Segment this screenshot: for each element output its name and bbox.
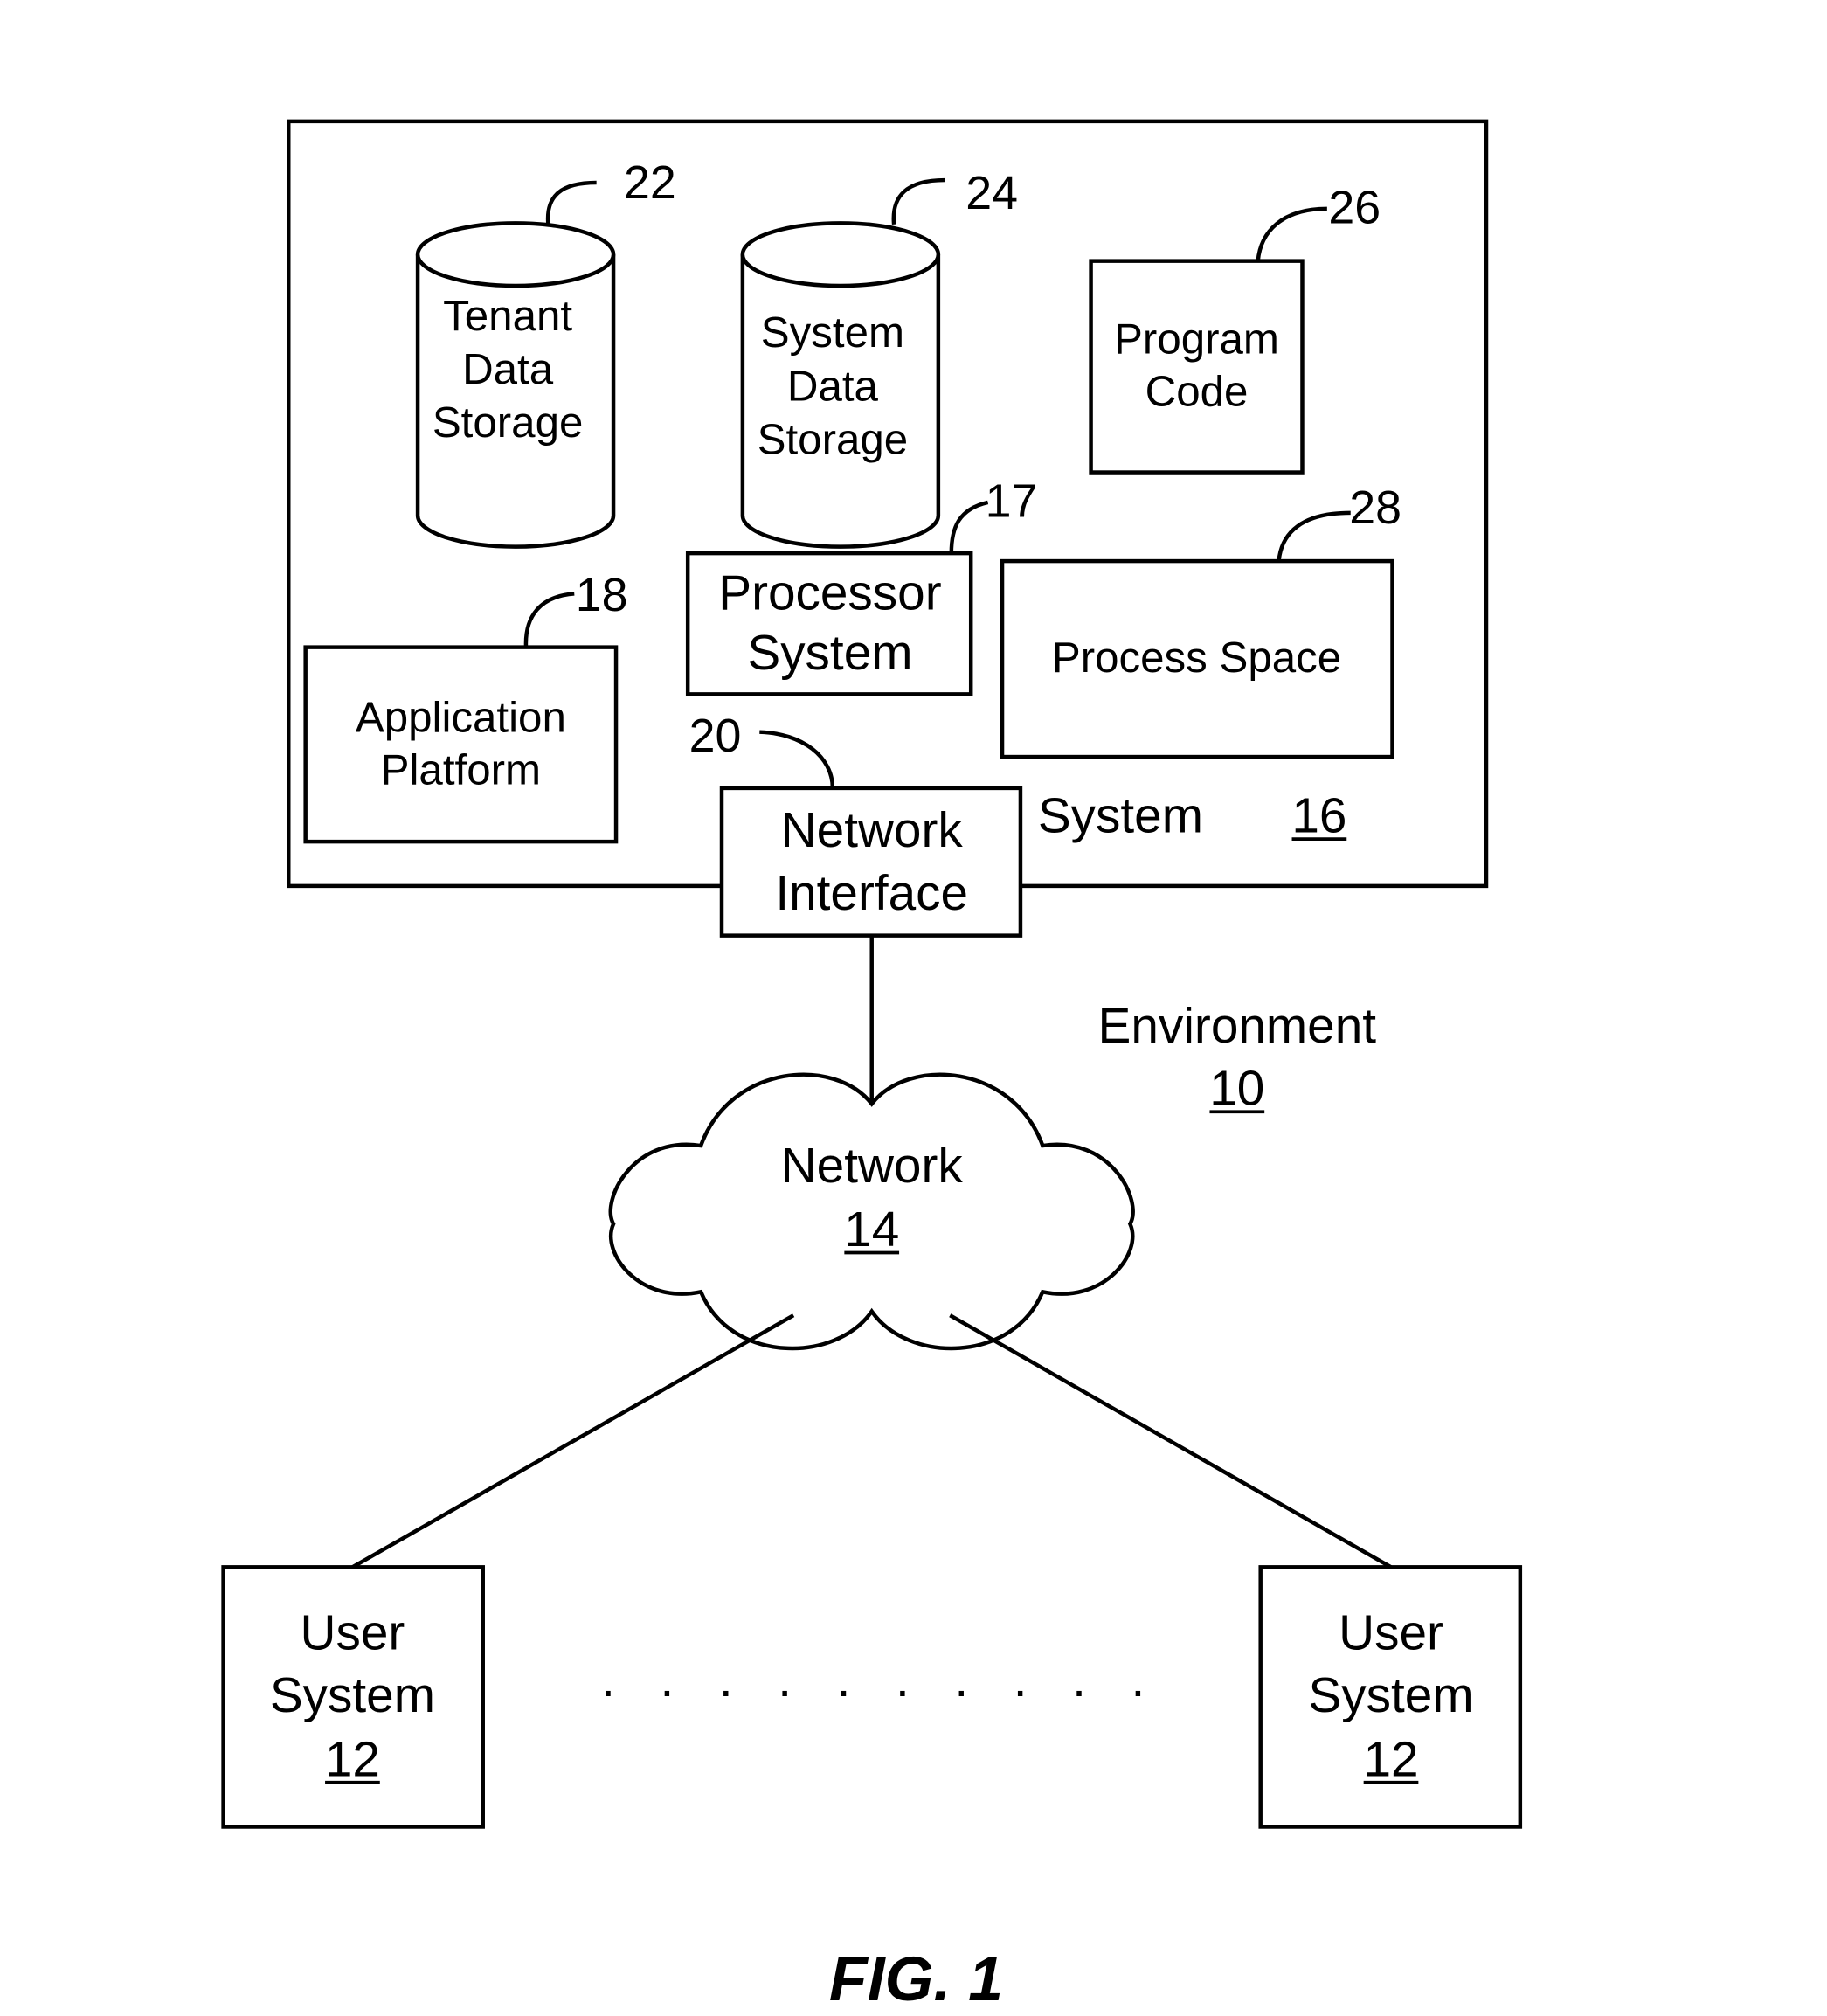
network-label: Network <box>781 1139 964 1194</box>
environment-ref: 10 <box>1209 1062 1264 1117</box>
user-system-1-line2: System <box>270 1668 435 1723</box>
user-system-1-ref: 12 <box>325 1732 380 1787</box>
user-system-1: User System 12 <box>221 1565 485 1829</box>
environment-label-text: Environment <box>1098 999 1377 1054</box>
system-label: System 16 <box>1038 789 1347 844</box>
ref-24: 24 <box>965 167 1018 219</box>
ref-20: 20 <box>689 710 742 762</box>
user-system-2-ref: 12 <box>1363 1732 1418 1787</box>
system-ref: 16 <box>1291 789 1346 844</box>
user-system-1-line1: User <box>301 1605 405 1660</box>
system-label-text: System <box>1038 789 1203 844</box>
system-storage-line2: Data <box>787 362 879 410</box>
system-storage-line3: Storage <box>758 416 909 464</box>
ref-22: 22 <box>624 156 676 209</box>
user-system-2-line1: User <box>1339 1605 1443 1660</box>
network-interface-line1: Network <box>781 803 964 858</box>
ref-17: 17 <box>986 475 1038 527</box>
ref-26: 26 <box>1328 181 1381 233</box>
tenant-storage-line1: Tenant <box>443 292 572 340</box>
user-system-2: User System 12 <box>1258 1565 1523 1829</box>
tenant-storage-line3: Storage <box>433 398 584 447</box>
application-platform-line2: Platform <box>381 745 541 793</box>
ellipsis-more-users: . . . . . . . . . . <box>601 1652 1160 1708</box>
system-storage-line1: System <box>761 308 904 357</box>
program-code-line1: Program <box>1114 315 1279 364</box>
application-platform-line1: Application <box>356 694 566 742</box>
program-code-line2: Code <box>1145 367 1249 415</box>
ref-18: 18 <box>576 569 628 621</box>
environment-diagram: System 16 Tenant Data Storage 22 System … <box>221 119 1523 2014</box>
processor-system-line2: System <box>747 626 912 681</box>
user-system-2-line2: System <box>1308 1668 1473 1723</box>
connector-network-user1 <box>351 1313 795 1569</box>
tenant-storage-line2: Data <box>462 345 554 393</box>
environment-label: Environment 10 <box>1098 999 1377 1117</box>
connector-network-user2 <box>949 1313 1393 1569</box>
processor-system-line1: Processor <box>718 565 941 620</box>
network-ref: 14 <box>844 1202 899 1257</box>
figure-caption: FIG. 1 <box>829 1944 1003 2014</box>
network-cloud: Network 14 <box>608 1072 1135 1351</box>
process-space-label: Process Space <box>1052 634 1341 682</box>
network-interface-line2: Interface <box>775 866 968 921</box>
ref-28: 28 <box>1349 481 1401 534</box>
